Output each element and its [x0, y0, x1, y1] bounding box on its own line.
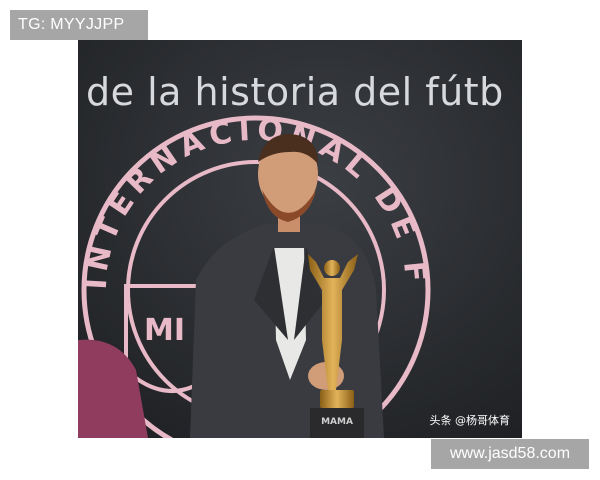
trophy-plate-text: MAMA: [321, 417, 353, 427]
trophy-base: [320, 390, 354, 408]
banner-headline: de la historia del fútb: [86, 70, 504, 114]
site-url-watermark: www.jasd58.com: [431, 439, 589, 469]
tg-watermark-label: TG: MYYJJPP: [10, 10, 148, 40]
trophy-head: [324, 260, 340, 276]
emblem-monogram: MI: [144, 313, 185, 348]
photo-credit: 头条 @杨哥体育: [429, 414, 511, 427]
news-photo: INTERNACIONAL DE FÚTBOL MI MAMA de la hi…: [78, 40, 522, 438]
